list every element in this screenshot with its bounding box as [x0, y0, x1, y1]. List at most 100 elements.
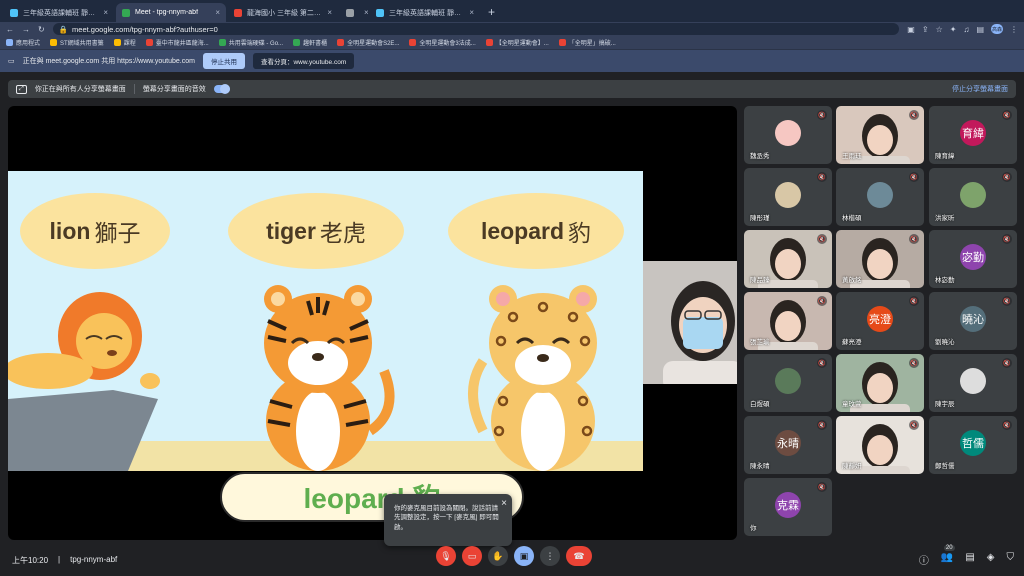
bookmark-item[interactable]: 全明星運動會S2E...: [337, 38, 399, 47]
participant-tile[interactable]: 🔇 陳宇辰: [929, 354, 1017, 412]
bookmark-item[interactable]: 趣軒書櫃: [293, 38, 327, 47]
people-button[interactable]: 20 👥: [941, 545, 955, 567]
tab-favicon-icon: [10, 8, 18, 17]
more-options-button[interactable]: ⋮: [540, 546, 560, 566]
participant-name: 林宓勤: [935, 277, 955, 284]
participant-tile[interactable]: 🔇 陳靜妍: [836, 416, 924, 474]
share-icon[interactable]: ⇪: [922, 25, 929, 34]
present-button[interactable]: ▣: [514, 546, 534, 566]
tab-favicon-icon: [346, 8, 354, 17]
info-icon[interactable]: ⓘ: [919, 552, 929, 567]
tab-close-icon[interactable]: ×: [103, 8, 108, 17]
forward-icon[interactable]: →: [22, 25, 30, 34]
participant-tile[interactable]: 🔇 陳品臻: [744, 230, 832, 288]
participant-name: 陳育緯: [935, 153, 955, 160]
participant-name: 陳永晴: [750, 463, 770, 470]
participant-tile[interactable]: 🔇 林楷碩: [836, 168, 924, 226]
bookmark-item[interactable]: ST網域共用書籤: [50, 38, 104, 47]
participant-name: 洪家昕: [935, 215, 955, 222]
participant-tile[interactable]: 曉沁 🔇 劉曉沁: [929, 292, 1017, 350]
bookmark-label: 趣軒書櫃: [303, 41, 328, 47]
browser-toolbar: ← → ↻ 🔒 meet.google.com/tpg-nnym-abf?aut…: [0, 22, 1024, 36]
participant-tile[interactable]: 🔇 洪家昕: [929, 168, 1017, 226]
participant-tile[interactable]: 育緯 🔇 陳育緯: [929, 106, 1017, 164]
muted-mic-icon: 🔇: [817, 358, 827, 368]
participant-tile[interactable]: 🔇 陳彤瑾: [744, 168, 832, 226]
bookmark-item[interactable]: 應用程式: [6, 38, 40, 47]
star-icon[interactable]: ☆: [936, 25, 943, 34]
bookmark-item[interactable]: 「全明星」搞破...: [558, 38, 616, 47]
audio-toggle[interactable]: [213, 84, 230, 94]
host-controls-icon[interactable]: ⛉: [1007, 552, 1015, 567]
participant-tile[interactable]: 克霖 🔇 你: [744, 478, 832, 536]
participant-tile[interactable]: 永晴 🔇 陳永晴: [744, 416, 832, 474]
menu-icon[interactable]: ⋮: [1010, 25, 1018, 34]
participant-tile[interactable]: 🔇 童玟萱: [836, 354, 924, 412]
media-icon[interactable]: ♫: [963, 25, 969, 34]
participant-tile[interactable]: 宓勤 🔇 林宓勤: [929, 230, 1017, 288]
bookmark-label: ST網域共用書籤: [60, 41, 104, 47]
hand-icon: ✋: [492, 550, 504, 561]
participant-tile[interactable]: 亮澄 🔇 蘇亮澄: [836, 292, 924, 350]
participant-photo-avatar: [775, 119, 801, 146]
extensions-icon[interactable]: ✦: [950, 25, 957, 34]
mic-off-icon: 🎙: [440, 550, 452, 561]
tab-label: 三年級英語課輔班 靜宜大學英語...: [23, 9, 98, 17]
profile-avatar[interactable]: 高森: [991, 24, 1003, 34]
camera-indicator-icon[interactable]: ▣: [907, 25, 915, 34]
tab-close-icon[interactable]: ×: [327, 8, 332, 17]
cloud-leopard: leopard 豹: [448, 193, 624, 269]
address-bar[interactable]: 🔒 meet.google.com/tpg-nnym-abf?authuser=…: [52, 23, 900, 35]
activities-icon[interactable]: ◈: [987, 552, 995, 567]
lion-illustration: [8, 292, 160, 389]
participant-tile[interactable]: 🔇 白煜碩: [744, 354, 832, 412]
bookmark-label: 課程: [123, 41, 136, 47]
browser-tab[interactable]: 三年級英語課輔班 靜宜大學英語... ×: [4, 3, 114, 22]
back-icon[interactable]: ←: [6, 25, 14, 34]
muted-mic-icon: 🔇: [909, 234, 919, 244]
new-tab-button[interactable]: +: [482, 5, 501, 22]
presenter-camera-tile: [643, 261, 737, 384]
muted-mic-icon: 🔇: [817, 420, 827, 430]
browser-tab[interactable]: 龍海國小 三年級 第二組 - Y... ×: [228, 3, 338, 22]
bookmark-item[interactable]: 共用雲端硬碟 - Go...: [218, 38, 283, 47]
stop-presenting-link[interactable]: 停止分享螢幕畫面: [952, 84, 1008, 94]
bookmark-item[interactable]: 【全明星運動會】...: [485, 38, 549, 47]
participant-tile[interactable]: 🔇 王雨珏: [836, 106, 924, 164]
sidepanel-icon[interactable]: ▤: [976, 25, 984, 34]
browser-tab[interactable]: Meet - tpg-nnym-abf ×: [116, 3, 226, 22]
close-icon[interactable]: ×: [501, 497, 507, 512]
participant-tile[interactable]: 🔇 張芷瑜: [744, 292, 832, 350]
cloud-zh: 豹: [568, 220, 592, 246]
bookmark-item[interactable]: 課程: [113, 38, 136, 47]
participant-tile[interactable]: 哲儒 🔇 鄭哲儒: [929, 416, 1017, 474]
switch-tab-button[interactable]: 查看分頁：www.youtube.com: [252, 53, 355, 69]
raise-hand-button[interactable]: ✋: [488, 546, 508, 566]
mic-off-button[interactable]: 🎙: [436, 546, 456, 566]
bookmark-icon: [337, 39, 345, 46]
bookmark-item[interactable]: 臺中市龍井區龍海...: [145, 38, 209, 47]
tab-close-icon[interactable]: ×: [364, 8, 368, 17]
leave-call-button[interactable]: ☎: [566, 546, 592, 566]
chat-icon[interactable]: ▤: [965, 552, 974, 567]
presenting-text: 你正在與所有人分享螢幕畫面: [34, 86, 126, 93]
call-controls: 🎙 ▭ ✋ ▣ ⋮ ☎: [436, 546, 592, 566]
hangup-icon: ☎: [573, 550, 585, 561]
bookmark-item[interactable]: 全明星運動會3法成...: [409, 38, 476, 47]
tab-close-icon[interactable]: ×: [469, 8, 474, 17]
url-text: meet.google.com/tpg-nnym-abf?authuser=0: [72, 24, 218, 34]
tab-close-icon[interactable]: ×: [215, 8, 220, 17]
camera-off-button[interactable]: ▭: [462, 546, 482, 566]
participant-name: 陳彤瑾: [750, 215, 770, 222]
participant-tile[interactable]: 🔇 黃啟銘: [836, 230, 924, 288]
muted-mic-icon: 🔇: [1002, 420, 1012, 430]
browser-tab[interactable]: ×: [340, 3, 368, 22]
stop-sharing-button[interactable]: 停止共用: [202, 53, 245, 69]
participant-photo-avatar: [775, 181, 801, 208]
participant-tile[interactable]: 🔇 魏丞秀: [744, 106, 832, 164]
cloud-zh: 獅子: [94, 220, 141, 246]
reload-icon[interactable]: ↻: [38, 25, 45, 34]
browser-tab[interactable]: 三年級英語課輔班 靜宜大學英語... ×: [370, 3, 480, 22]
presentation-stage: lion 獅子 tiger 老虎 leopard 豹 leopard 豹: [8, 106, 737, 540]
bookmark-label: 全明星運動會3法成...: [419, 41, 476, 47]
